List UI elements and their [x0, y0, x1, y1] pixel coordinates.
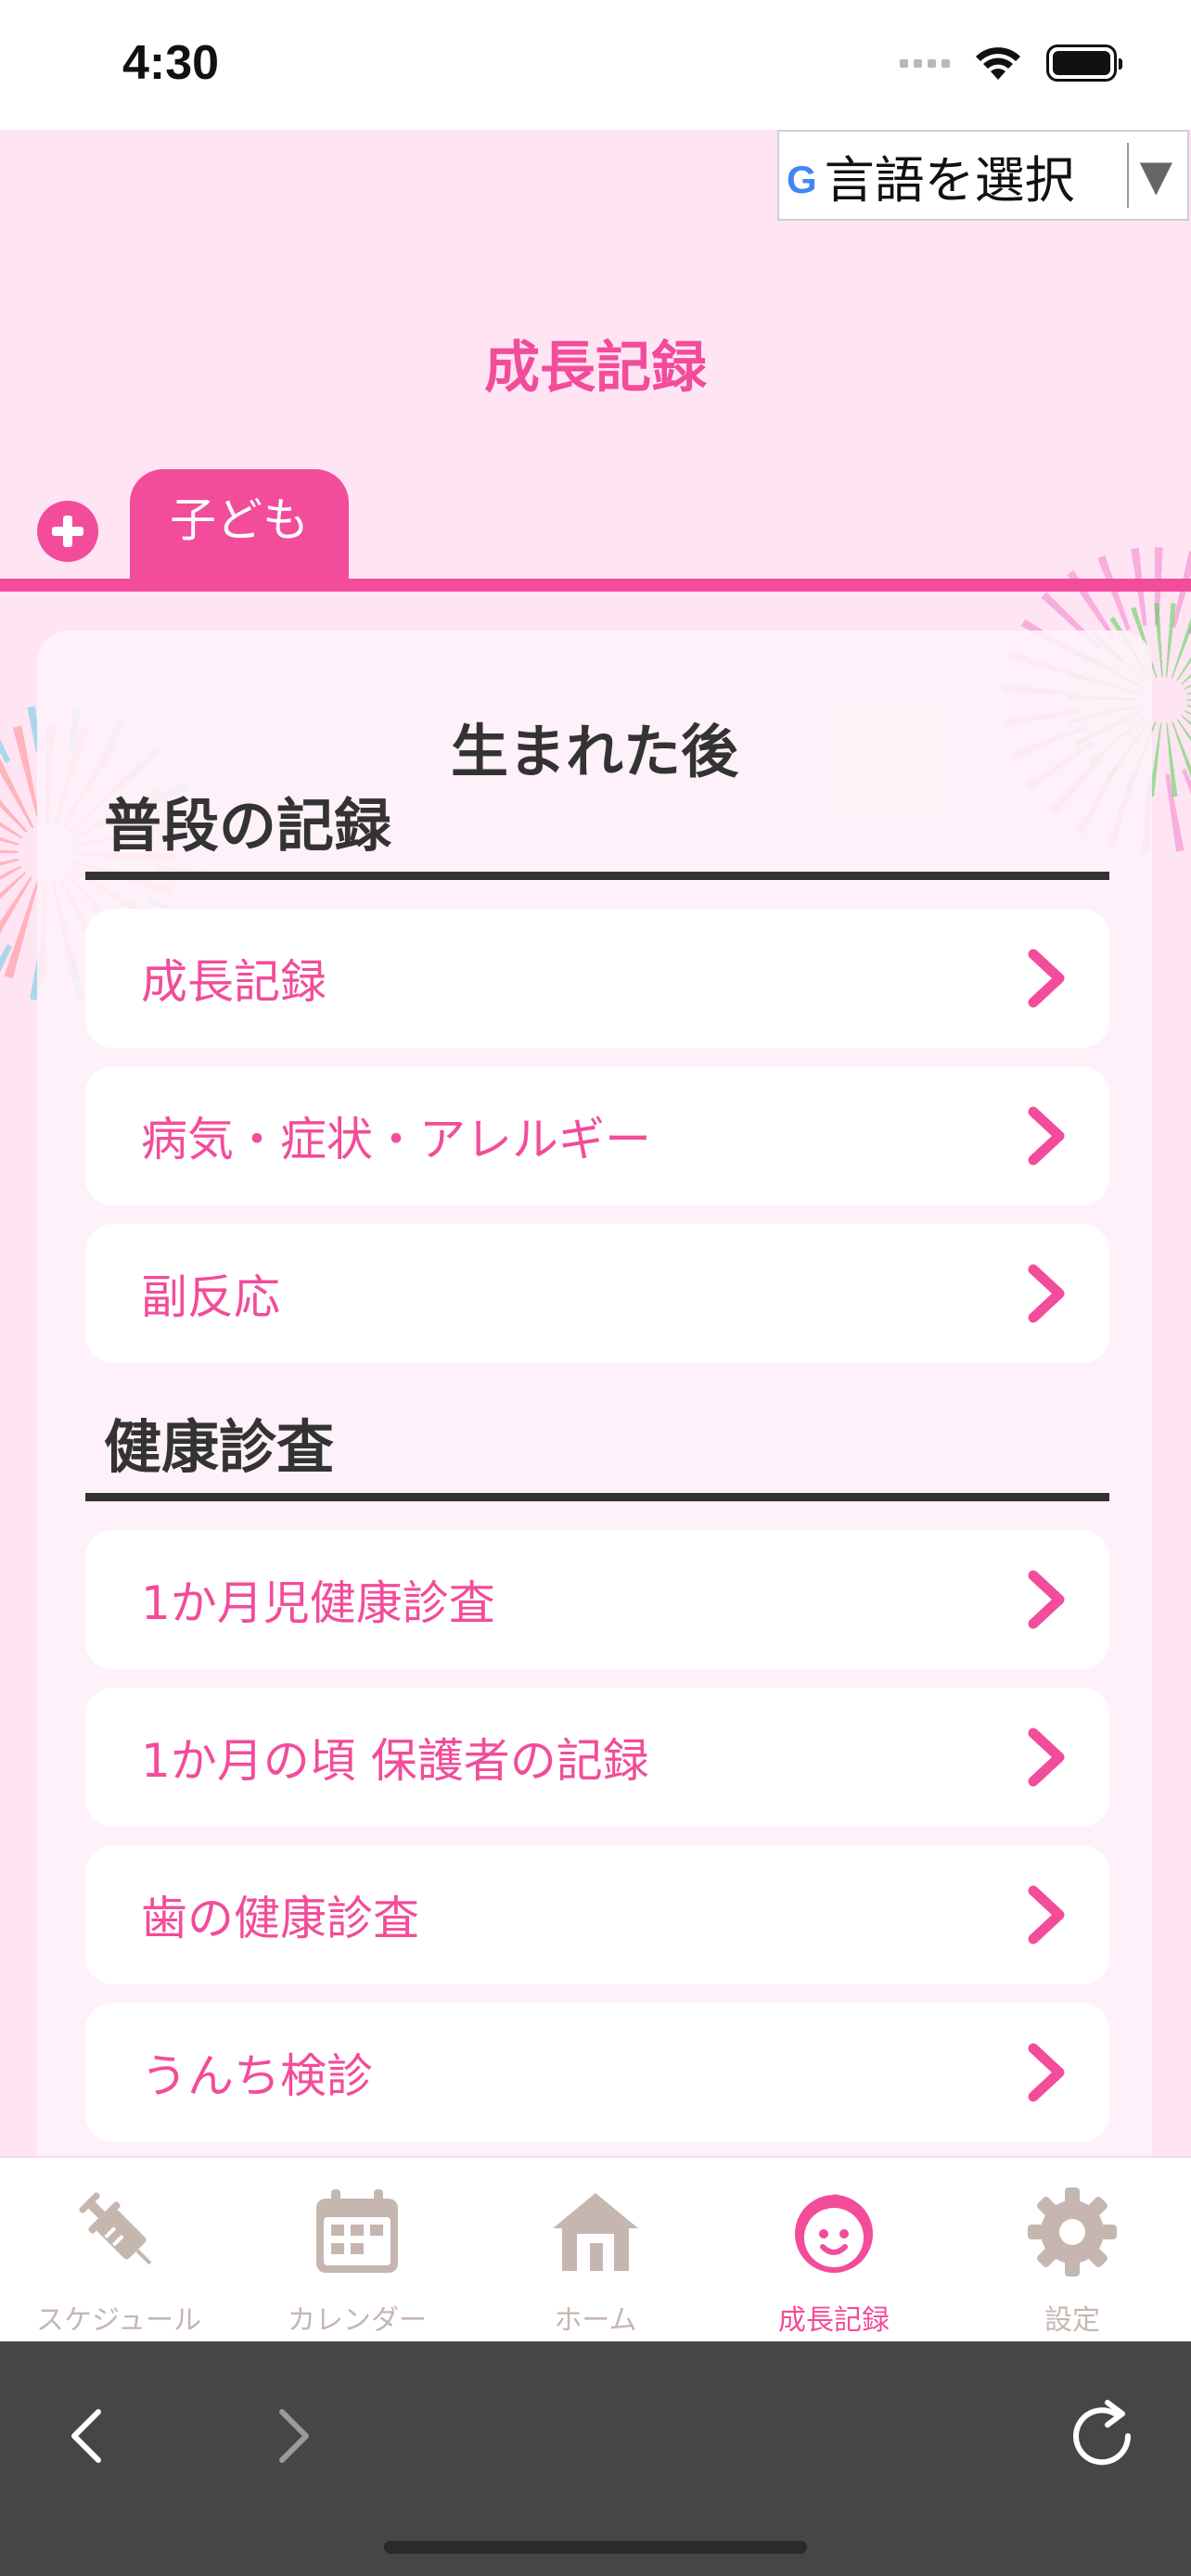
list-item-1month-checkup[interactable]: 1か月児健康診査: [85, 1530, 1109, 1669]
wifi-icon: [976, 47, 1020, 80]
chevron-right-icon: [1017, 937, 1076, 1020]
section-title: 健康診査: [104, 1413, 335, 1481]
home-indicator: [384, 2541, 807, 2554]
child-tab[interactable]: 子ども: [130, 469, 349, 579]
tab-label: スケジュール: [36, 2304, 201, 2337]
list-item-label: 1か月児健康診査: [141, 1576, 495, 1630]
page-title: 成長記録: [484, 336, 707, 401]
section-title: 普段の記録: [104, 792, 392, 860]
list-item-1month-guardian-record[interactable]: 1か月の頃 保護者の記録: [85, 1688, 1109, 1827]
plus-circle-icon: [52, 516, 83, 547]
card-title: 生まれた後: [450, 718, 738, 785]
chevron-right-icon: [1017, 1094, 1076, 1178]
tab-underline: [0, 579, 1191, 592]
records-card: 生まれた後 普段の記録 成長記録 病気・症状・アレルギー 副反応 健康診査 1か…: [37, 631, 1152, 2156]
reload-button[interactable]: [1057, 2378, 1150, 2490]
list-item-label: 1か月の頃 保護者の記録: [141, 1734, 649, 1788]
reload-icon: [1073, 2400, 1132, 2466]
tab-label: 設定: [1044, 2304, 1100, 2337]
status-icons: [900, 45, 1122, 82]
tab-home[interactable]: ホーム: [477, 2158, 714, 2343]
calendar-icon: [316, 2189, 398, 2273]
tab-label: ホーム: [554, 2304, 637, 2337]
forward-button[interactable]: [250, 2378, 343, 2490]
list-item-growth-record[interactable]: 成長記録: [85, 909, 1109, 1048]
list-item-dental-checkup[interactable]: 歯の健康診査: [85, 1845, 1109, 1984]
tab-label: カレンダー: [288, 2304, 427, 2337]
chevron-left-icon: [71, 2409, 101, 2463]
chevron-right-icon: [1017, 1715, 1076, 1799]
battery-icon: [1046, 45, 1122, 82]
gear-icon: [1028, 2187, 1117, 2276]
list-item-side-effects[interactable]: 副反応: [85, 1224, 1109, 1363]
list-item-label: 成長記録: [141, 955, 327, 1009]
add-child-button[interactable]: [37, 501, 98, 562]
back-button[interactable]: [46, 2378, 139, 2490]
chevron-right-icon: [1017, 2031, 1076, 2114]
chevron-right-icon: [1017, 1558, 1076, 1641]
language-select-divider: [1126, 143, 1129, 208]
main-content: G 言語を選択 ▼ 成長記録 子ども 生まれた後 普段の記録 成長記録 病気・症…: [0, 130, 1191, 2156]
syringe-icon: [79, 2192, 152, 2265]
tab-calendar[interactable]: カレンダー: [238, 2158, 476, 2343]
list-item-label: うんち検診: [141, 2049, 373, 2103]
section-divider: [85, 872, 1109, 880]
list-item-label: 病気・症状・アレルギー: [141, 1113, 651, 1167]
chevron-right-icon: [1017, 1873, 1076, 1957]
dropdown-arrow-icon: ▼: [1139, 150, 1172, 200]
language-select-label: 言語を選択: [824, 150, 1075, 210]
cellular-signal-icon: [900, 58, 950, 68]
bottom-tab-bar: スケジュール カレンダー ホーム 成長記録 設定: [0, 2156, 1191, 2341]
google-logo-icon: G: [787, 158, 817, 201]
chevron-right-icon: [279, 2409, 309, 2463]
chevron-right-icon: [1017, 1252, 1076, 1335]
section-divider: [85, 1493, 1109, 1501]
language-select[interactable]: G 言語を選択 ▼: [777, 130, 1189, 221]
list-item-illness[interactable]: 病気・症状・アレルギー: [85, 1066, 1109, 1205]
list-item-label: 副反応: [141, 1270, 280, 1324]
tab-settings[interactable]: 設定: [954, 2158, 1191, 2343]
status-bar: 4:30: [0, 0, 1191, 130]
list-item-stool-check[interactable]: うんち検診: [85, 2003, 1109, 2142]
tab-growth-record[interactable]: 成長記録: [715, 2158, 953, 2343]
baby-face-icon: [795, 2194, 873, 2273]
status-time: 4:30: [122, 36, 220, 90]
list-item-label: 歯の健康診査: [141, 1892, 419, 1945]
house-icon: [553, 2193, 638, 2271]
tab-label: 成長記録: [778, 2304, 890, 2337]
tab-schedule[interactable]: スケジュール: [0, 2158, 237, 2343]
